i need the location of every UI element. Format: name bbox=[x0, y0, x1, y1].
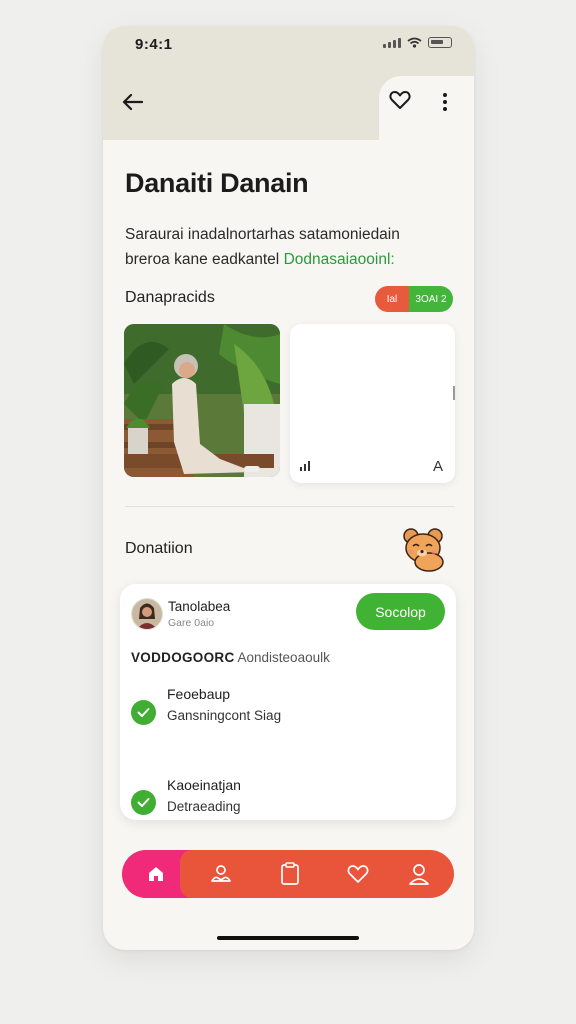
clipboard-icon bbox=[281, 862, 299, 885]
card-scroll-indicator bbox=[453, 386, 455, 400]
home-icon bbox=[149, 867, 163, 881]
donate-button[interactable]: Socolop bbox=[356, 593, 445, 630]
media-placeholder-card[interactable]: A bbox=[290, 324, 455, 483]
profile-icon bbox=[409, 864, 429, 885]
bear-mascot-icon bbox=[399, 526, 449, 572]
donor-subtitle: Gare 0aio bbox=[168, 617, 215, 629]
donation-code: VODDOGOORC Aondisteoaoulk bbox=[131, 650, 330, 665]
favorite-button[interactable] bbox=[387, 86, 413, 114]
back-button[interactable] bbox=[117, 86, 149, 118]
nav-community[interactable] bbox=[207, 860, 235, 888]
gallery-photo[interactable] bbox=[124, 324, 280, 477]
more-vertical-icon bbox=[443, 93, 447, 111]
list-item-subtitle: Detraeading bbox=[167, 799, 241, 814]
donor-name: Tanolabea bbox=[168, 599, 231, 614]
list-item-subtitle: Gansningcont Siag bbox=[167, 708, 282, 723]
nav-tasks[interactable] bbox=[276, 860, 304, 888]
nav-home[interactable] bbox=[122, 850, 200, 898]
wifi-icon bbox=[407, 37, 422, 48]
phone-screen: 9:4:1 Danaiti Danain Saraurai inadalnort… bbox=[103, 26, 474, 950]
description-text: breroa kane eadkantel bbox=[125, 251, 284, 268]
heart-icon bbox=[389, 91, 411, 109]
pill-left[interactable]: Ial bbox=[375, 286, 409, 312]
more-options-button[interactable] bbox=[435, 88, 455, 116]
description-link[interactable]: Dodnasaiaooinl: bbox=[284, 251, 395, 268]
bottom-navigation bbox=[122, 850, 454, 898]
gallery-filter-pill[interactable]: Ial 3OAI 2 bbox=[375, 286, 453, 312]
heart-icon bbox=[347, 865, 369, 883]
user-hands-icon bbox=[211, 865, 231, 882]
home-indicator[interactable] bbox=[217, 936, 359, 940]
list-item-title: Feoebaup bbox=[167, 686, 231, 702]
nav-favorites[interactable] bbox=[344, 860, 372, 888]
page-title: Danaiti Danain bbox=[125, 168, 309, 198]
signal-bars-icon bbox=[300, 461, 310, 471]
donation-card: Tanolabea Gare 0aio Socolop VODDOGOORC A… bbox=[120, 584, 456, 820]
avatar[interactable] bbox=[131, 598, 163, 630]
woman-on-bench-photo bbox=[124, 324, 280, 477]
nav-profile[interactable] bbox=[405, 860, 433, 888]
donation-code-bold: VODDOGOORC bbox=[131, 650, 235, 665]
page-description: Saraurai inadalnortarhas satamoniedain b… bbox=[125, 222, 455, 272]
check-circle-icon bbox=[131, 700, 156, 725]
status-icons bbox=[383, 37, 452, 48]
section-label-donation: Donatiion bbox=[125, 540, 193, 557]
section-divider bbox=[125, 506, 455, 507]
back-arrow-icon bbox=[122, 93, 144, 111]
battery-icon bbox=[428, 37, 452, 48]
description-line-2: breroa kane eadkantel Dodnasaiaooinl: bbox=[125, 247, 455, 272]
check-circle-icon bbox=[131, 790, 156, 815]
list-item-title: Kaoeinatjan bbox=[167, 777, 241, 793]
status-time: 9:4:1 bbox=[135, 36, 173, 53]
donation-code-rest: Aondisteoaoulk bbox=[234, 650, 330, 665]
signal-icon bbox=[383, 37, 401, 48]
section-label-gallery: Danapracids bbox=[125, 289, 215, 306]
font-icon[interactable]: A bbox=[433, 458, 443, 475]
description-line-1: Saraurai inadalnortarhas satamoniedain bbox=[125, 226, 400, 243]
pill-right[interactable]: 3OAI 2 bbox=[409, 286, 453, 312]
